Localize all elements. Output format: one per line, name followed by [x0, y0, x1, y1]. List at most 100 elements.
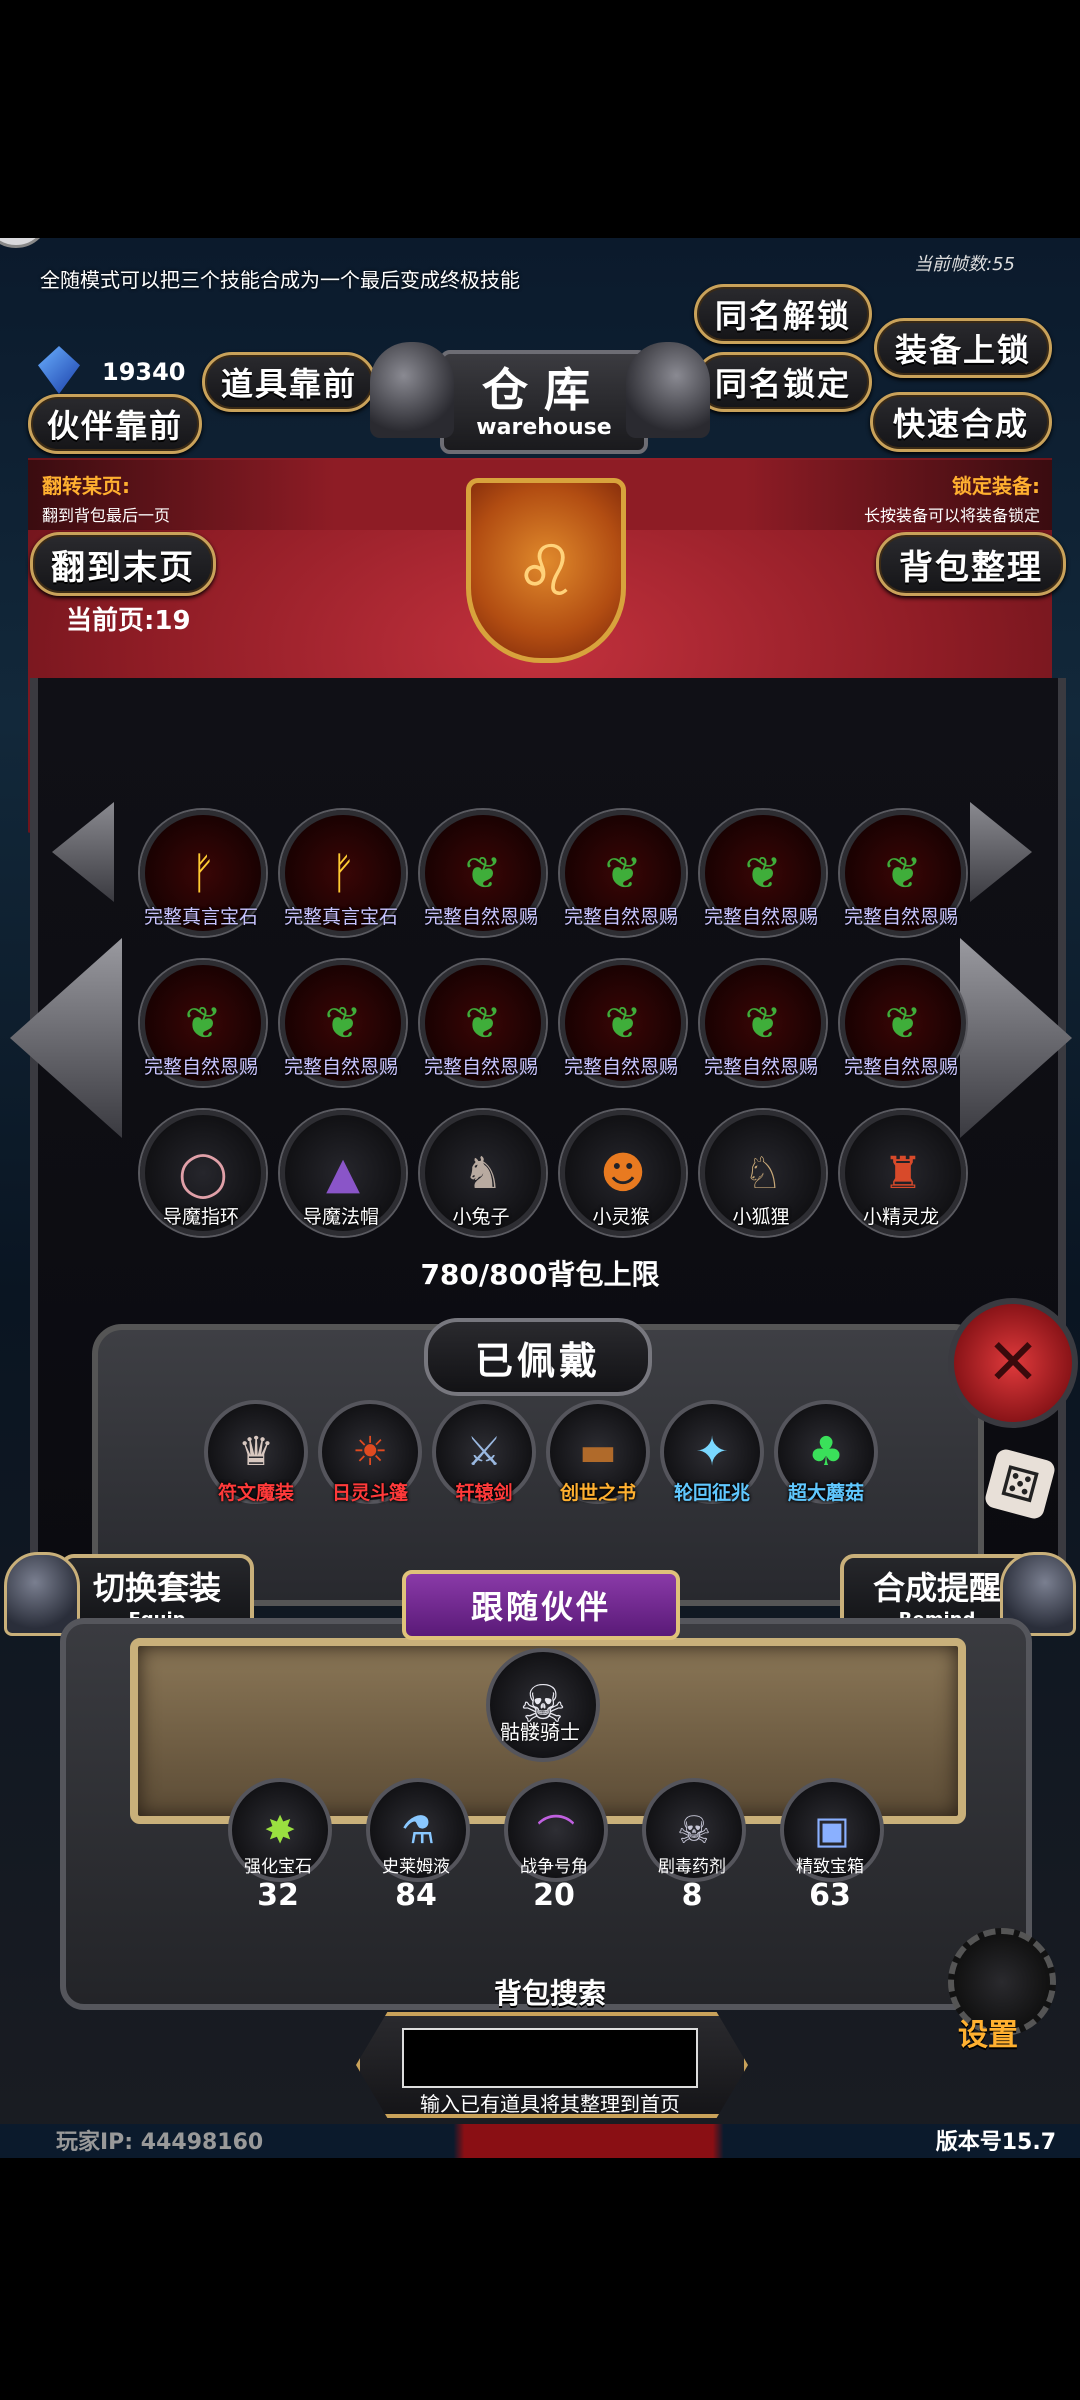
inventory-item-label: 完整真言宝石	[283, 906, 398, 928]
green-leaf-icon: ❦	[184, 997, 222, 1049]
partner-name: 骷髅骑士	[500, 1720, 580, 1744]
flip-page-hint-desc: 翻到背包最后一页	[42, 506, 171, 525]
material-label: 史莱姆液	[382, 1857, 450, 1877]
equip-lock-button[interactable]: 装备上锁	[874, 318, 1052, 378]
equipped-item-label: 轩辕剑	[455, 1482, 513, 1504]
inventory-item-label: 完整自然恩赐	[423, 906, 538, 928]
material-label: 强化宝石	[244, 1857, 312, 1877]
pause-button[interactable]: ❚❚	[0, 238, 50, 248]
green-leaf-icon: ❦	[744, 997, 782, 1049]
settings-label[interactable]: 设置	[958, 2010, 1018, 2054]
inventory-item-label: 完整自然恩赐	[843, 1056, 958, 1078]
helmet-right-icon	[626, 342, 710, 438]
switch-suit-label: 切换套装	[92, 1568, 221, 1607]
tip-text: 全随模式可以把三个技能合成为一个最后变成终极技能	[40, 268, 520, 292]
equipped-item-label: 轮回征兆	[673, 1482, 750, 1504]
green-leaf-icon: ❦	[324, 997, 362, 1049]
lock-equip-hint-desc: 长按装备可以将装备锁定	[863, 506, 1040, 525]
search-hint: 输入已有道具将其整理到首页	[420, 2092, 680, 2116]
ring-icon: ◯	[178, 1147, 228, 1199]
green-leaf-icon: ❦	[744, 847, 782, 899]
inventory-item-label: 导魔指环	[162, 1206, 239, 1228]
material-label: 战争号角	[520, 1857, 588, 1877]
monkey-icon: ☻	[600, 1147, 646, 1199]
material-count: 20	[533, 1878, 575, 1913]
cloak-icon: ☀	[352, 1429, 388, 1475]
lion-shield-emblem: ♌	[466, 478, 626, 663]
equipped-title-plate: 已佩戴	[424, 1318, 652, 1396]
currency-value: 19340	[102, 358, 186, 386]
book-icon: ▬	[579, 1429, 617, 1475]
inventory-item-label: 完整自然恩赐	[283, 1056, 398, 1078]
green-leaf-icon: ❦	[884, 997, 922, 1049]
fps-label: 当前帧数:55	[914, 254, 1015, 275]
bag-capacity-label: 780/800背包上限	[420, 1258, 660, 1291]
green-gem-icon: ✸	[264, 1808, 296, 1852]
warehouse-title-cn: 仓库	[482, 362, 606, 417]
search-input[interactable]	[402, 2028, 698, 2088]
inventory-item-label: 完整自然恩赐	[843, 906, 958, 928]
flip-page-hint-title: 翻转某页:	[42, 474, 130, 498]
partner-title-plate: 跟随伙伴	[402, 1570, 680, 1640]
game-screen: ❚❚ 全随模式可以把三个技能合成为一个最后变成终极技能 当前帧数:55 1934…	[0, 238, 1080, 2158]
equipped-title: 已佩戴	[474, 1338, 601, 1383]
horn-icon: ⌒	[536, 1811, 575, 1856]
warehouse-title-en: warehouse	[476, 414, 612, 440]
inventory-item-label: 小精灵龙	[862, 1206, 939, 1228]
sword-icon: ⚔	[466, 1429, 502, 1475]
green-leaf-icon: ❦	[604, 847, 642, 899]
close-button[interactable]: ✕	[948, 1298, 1078, 1428]
items-front-button[interactable]: 道具靠前	[202, 352, 376, 412]
material-count: 8	[681, 1878, 703, 1913]
inventory-item-label: 完整自然恩赐	[143, 1056, 258, 1078]
partner-title: 跟随伙伴	[470, 1588, 611, 1626]
green-leaf-icon: ❦	[884, 847, 922, 899]
version-label: 版本号15.7	[935, 2130, 1056, 2155]
material-count: 63	[809, 1878, 851, 1913]
bag-sort-button[interactable]: 背包整理	[876, 532, 1066, 596]
player-ip: 玩家IP: 44498160	[56, 2130, 264, 2155]
mushroom-icon: ♣	[808, 1429, 844, 1475]
same-name-unlock-button[interactable]: 同名解锁	[694, 284, 872, 344]
lion-icon: ♌	[514, 529, 578, 612]
inventory-item-label: 完整自然恩赐	[703, 1056, 818, 1078]
same-name-lock-button[interactable]: 同名锁定	[694, 352, 872, 412]
inventory-item-label: 完整真言宝石	[143, 906, 258, 928]
equipped-item-label: 超大蘑菇	[787, 1482, 864, 1504]
wizard-hat-icon: ▲	[326, 1147, 360, 1199]
inventory-item-label: 完整自然恩赐	[563, 906, 678, 928]
lock-equip-hint-title: 锁定装备:	[952, 474, 1040, 498]
dragon-icon: ♜	[883, 1147, 923, 1199]
equipped-item-label: 符文魔装	[217, 1482, 294, 1504]
search-title: 背包搜索	[493, 1977, 606, 2010]
material-count: 84	[395, 1878, 437, 1913]
inventory-item-label: 小狐狸	[732, 1206, 790, 1228]
crystal-staff-icon: ✦	[695, 1429, 729, 1475]
equipped-item-label: 日灵斗篷	[331, 1482, 408, 1504]
close-icon: ✕	[986, 1326, 1040, 1400]
inventory-item-label: 完整自然恩赐	[563, 1056, 678, 1078]
inventory-item-label: 完整自然恩赐	[703, 906, 818, 928]
inventory-item-label: 导魔法帽	[302, 1206, 379, 1228]
green-leaf-icon: ❦	[604, 997, 642, 1049]
rabbit-icon: ♞	[463, 1147, 503, 1199]
green-leaf-icon: ❦	[464, 997, 502, 1049]
last-page-button[interactable]: 翻到末页	[30, 532, 216, 596]
chest-icon: ▣	[814, 1808, 850, 1852]
quick-merge-button[interactable]: 快速合成	[870, 392, 1052, 452]
material-label: 剧毒药剂	[658, 1857, 726, 1877]
green-leaf-icon: ❦	[464, 847, 502, 899]
fox-icon: ♘	[743, 1147, 783, 1199]
rune-gem-icon: ᚠ	[329, 847, 357, 899]
warehouse-title-plate: 仓库 warehouse	[440, 350, 648, 454]
rune-gem-icon: ᚠ	[189, 847, 217, 899]
material-count: 32	[257, 1878, 299, 1913]
partner-front-button[interactable]: 伙伴靠前	[28, 394, 202, 454]
inventory-item-label: 小灵猴	[592, 1206, 650, 1228]
inventory-item-label: 完整自然恩赐	[423, 1056, 538, 1078]
gem-icon	[38, 346, 80, 394]
inventory-item-label: 小兔子	[452, 1206, 510, 1228]
equipped-item-label: 创世之书	[559, 1482, 636, 1504]
merge-remind-label: 合成提醒	[872, 1568, 1001, 1607]
material-label: 精致宝箱	[796, 1857, 864, 1877]
